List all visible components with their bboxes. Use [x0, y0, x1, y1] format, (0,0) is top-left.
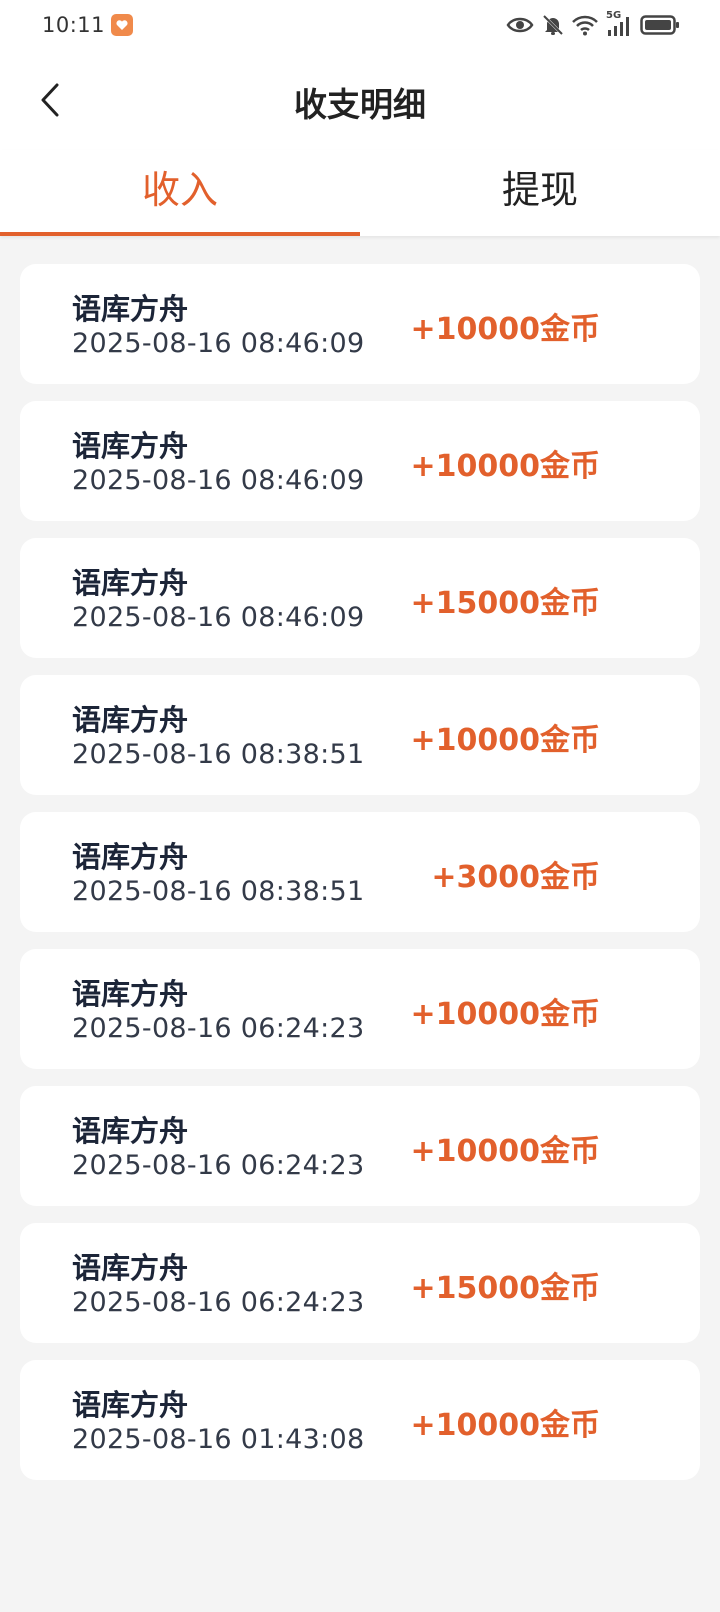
- record-amount: +3000金币: [431, 860, 600, 895]
- screen: 10:11 5G 收支明细 收入 提现 语库方舟 2025-08-16 08:4…: [0, 0, 720, 1612]
- record-amount: +10000金币: [410, 1408, 600, 1443]
- record-source: 语库方舟: [72, 977, 189, 1011]
- record-amount: +10000金币: [410, 723, 600, 758]
- record-source: 语库方舟: [72, 1114, 189, 1148]
- header: 收支明细: [0, 50, 720, 150]
- list-item[interactable]: 语库方舟 2025-08-16 08:46:09 +10000金币: [20, 401, 700, 521]
- record-list: 语库方舟 2025-08-16 08:46:09 +10000金币 语库方舟 2…: [20, 264, 700, 1497]
- record-amount: +10000金币: [410, 449, 600, 484]
- record-source: 语库方舟: [72, 1251, 189, 1285]
- record-source: 语库方舟: [72, 703, 189, 737]
- record-time: 2025-08-16 08:46:09: [72, 602, 365, 633]
- list-item[interactable]: 语库方舟 2025-08-16 08:46:09 +15000金币: [20, 538, 700, 658]
- record-time: 2025-08-16 01:43:08: [72, 1424, 365, 1455]
- status-bar: 10:11 5G: [0, 0, 720, 50]
- record-source: 语库方舟: [72, 566, 189, 600]
- record-source: 语库方舟: [72, 292, 189, 326]
- record-time: 2025-08-16 08:46:09: [72, 465, 365, 496]
- record-time: 2025-08-16 08:38:51: [72, 739, 365, 770]
- page-title: 收支明细: [294, 85, 426, 124]
- tab-withdraw-label: 提现: [501, 168, 578, 212]
- list-item[interactable]: 语库方舟 2025-08-16 06:24:23 +15000金币: [20, 1223, 700, 1343]
- record-time: 2025-08-16 08:46:09: [72, 328, 365, 359]
- list-item[interactable]: 语库方舟 2025-08-16 08:38:51 +10000金币: [20, 675, 700, 795]
- record-time: 2025-08-16 06:24:23: [72, 1150, 365, 1181]
- record-time: 2025-08-16 06:24:23: [72, 1013, 365, 1044]
- status-right: 5G: [506, 10, 680, 38]
- wifi-icon: [572, 14, 598, 36]
- app-notification-icon: [111, 14, 134, 36]
- record-time: 2025-08-16 06:24:23: [72, 1287, 365, 1318]
- record-amount: +10000金币: [410, 997, 600, 1032]
- record-amount: +10000金币: [410, 1134, 600, 1169]
- record-time: 2025-08-16 08:38:51: [72, 876, 365, 907]
- status-left: 10:11: [42, 13, 134, 37]
- bell-muted-icon: [542, 14, 564, 36]
- record-amount: +10000金币: [410, 312, 600, 347]
- tab-active-indicator: [0, 232, 360, 236]
- tab-income-label: 收入: [141, 168, 218, 212]
- list-item[interactable]: 语库方舟 2025-08-16 06:24:23 +10000金币: [20, 949, 700, 1069]
- record-source: 语库方舟: [72, 429, 189, 463]
- tab-bar: 收入 提现: [0, 150, 720, 236]
- list-item[interactable]: 语库方舟 2025-08-16 08:38:51 +3000金币: [20, 812, 700, 932]
- battery-icon: [640, 14, 680, 36]
- tab-income[interactable]: 收入: [0, 150, 360, 236]
- status-time: 10:11: [42, 13, 106, 37]
- record-source: 语库方舟: [72, 840, 189, 874]
- cellular-signal-icon: 5G: [606, 10, 632, 38]
- eye-icon: [506, 15, 534, 35]
- record-amount: +15000金币: [410, 586, 600, 621]
- record-source: 语库方舟: [72, 1388, 189, 1422]
- list-item[interactable]: 语库方舟 2025-08-16 08:46:09 +10000金币: [20, 264, 700, 384]
- list-item[interactable]: 语库方舟 2025-08-16 01:43:08 +10000金币: [20, 1360, 700, 1480]
- list-item[interactable]: 语库方舟 2025-08-16 06:24:23 +10000金币: [20, 1086, 700, 1206]
- tab-withdraw[interactable]: 提现: [360, 150, 720, 236]
- record-amount: +15000金币: [410, 1271, 600, 1306]
